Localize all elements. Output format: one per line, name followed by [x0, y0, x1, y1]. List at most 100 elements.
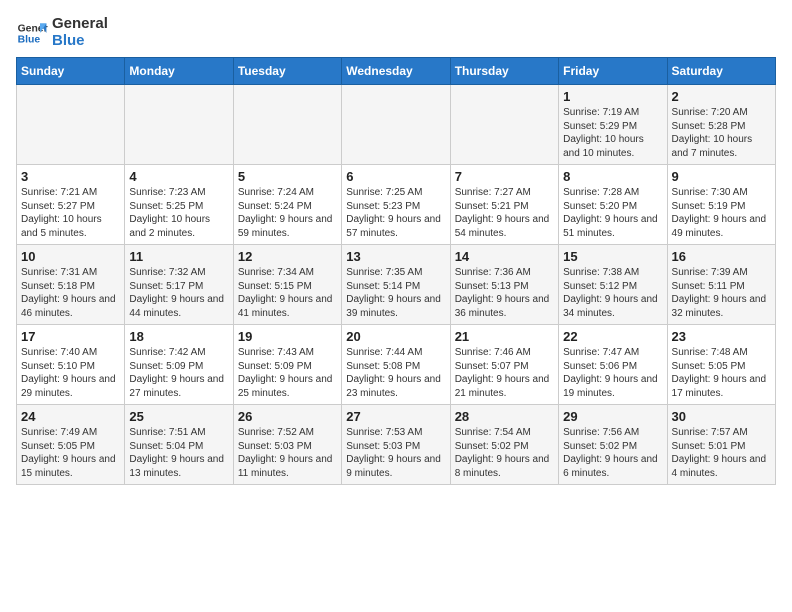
calendar-cell: 14Sunrise: 7:36 AM Sunset: 5:13 PM Dayli…: [450, 245, 558, 325]
day-number: 8: [563, 169, 662, 184]
calendar-week-row: 17Sunrise: 7:40 AM Sunset: 5:10 PM Dayli…: [17, 325, 776, 405]
calendar-cell: [125, 85, 233, 165]
calendar-cell: 15 Sunrise: 7:38 AM Sunset: 5:12 PM Dayli…: [559, 245, 667, 325]
day-number: 27: [346, 409, 445, 424]
calendar-week-row: 10Sunrise: 7:31 AM Sunset: 5:18 PM Dayli…: [17, 245, 776, 325]
calendar-cell: 19Sunrise: 7:43 AM Sunset: 5:09 PM Dayli…: [233, 325, 341, 405]
calendar-cell: [342, 85, 450, 165]
day-number: 22: [563, 329, 662, 344]
calendar-cell: 27Sunrise: 7:53 AM Sunset: 5:03 PM Dayli…: [342, 405, 450, 485]
calendar-cell: 29Sunrise: 7:56 AM Sunset: 5:02 PM Dayli…: [559, 405, 667, 485]
day-info: Sunrise: 7:51 AM Sunset: 5:04 PM Dayligh…: [129, 426, 228, 480]
calendar-cell: 12 Sunrise: 7:34 AM Sunset: 5:15 PM Dayli…: [233, 245, 341, 325]
day-number: 23: [672, 329, 771, 344]
day-number: 18: [129, 329, 228, 344]
calendar-cell: 10Sunrise: 7:31 AM Sunset: 5:18 PM Dayli…: [17, 245, 125, 325]
day-number: 1: [563, 89, 662, 104]
calendar-week-row: 1 Sunrise: 7:19 AM Sunset: 5:29 PM Daylig…: [17, 85, 776, 165]
logo-icon: General Blue: [16, 17, 48, 49]
svg-text:Blue: Blue: [18, 34, 41, 45]
logo-general: General: [52, 16, 108, 33]
calendar-cell: 20Sunrise: 7:44 AM Sunset: 5:08 PM Dayli…: [342, 325, 450, 405]
day-info: Sunrise: 7:38 AM Sunset: 5:12 PM Dayligh…: [563, 266, 662, 320]
day-info: Sunrise: 7:24 AM Sunset: 5:24 PM Dayligh…: [238, 186, 337, 240]
day-number: 28: [455, 409, 554, 424]
day-number: 29: [563, 409, 662, 424]
weekday-header-sunday: Sunday: [17, 58, 125, 85]
day-number: 11: [129, 249, 228, 264]
day-number: 14: [455, 249, 554, 264]
day-number: 21: [455, 329, 554, 344]
calendar-cell: 7 Sunrise: 7:27 AM Sunset: 5:21 PM Daylig…: [450, 165, 558, 245]
day-info: Sunrise: 7:47 AM Sunset: 5:06 PM Dayligh…: [563, 346, 662, 400]
calendar-cell: 17Sunrise: 7:40 AM Sunset: 5:10 PM Dayli…: [17, 325, 125, 405]
calendar-cell: 8 Sunrise: 7:28 AM Sunset: 5:20 PM Daylig…: [559, 165, 667, 245]
day-number: 9: [672, 169, 771, 184]
calendar-cell: 4 Sunrise: 7:23 AM Sunset: 5:25 PM Daylig…: [125, 165, 233, 245]
day-number: 12: [238, 249, 337, 264]
calendar-cell: [450, 85, 558, 165]
day-number: 17: [21, 329, 120, 344]
day-info: Sunrise: 7:25 AM Sunset: 5:23 PM Dayligh…: [346, 186, 445, 240]
day-number: 30: [672, 409, 771, 424]
calendar-cell: 18Sunrise: 7:42 AM Sunset: 5:09 PM Dayli…: [125, 325, 233, 405]
day-number: 10: [21, 249, 120, 264]
calendar-cell: 23 Sunrise: 7:48 AM Sunset: 5:05 PM Dayli…: [667, 325, 775, 405]
day-info: Sunrise: 7:43 AM Sunset: 5:09 PM Dayligh…: [238, 346, 337, 400]
calendar-cell: 3 Sunrise: 7:21 AM Sunset: 5:27 PM Daylig…: [17, 165, 125, 245]
calendar-week-row: 24 Sunrise: 7:49 AM Sunset: 5:05 PM Dayli…: [17, 405, 776, 485]
calendar-cell: 11 Sunrise: 7:32 AM Sunset: 5:17 PM Dayli…: [125, 245, 233, 325]
day-number: 3: [21, 169, 120, 184]
day-number: 24: [21, 409, 120, 424]
day-info: Sunrise: 7:54 AM Sunset: 5:02 PM Dayligh…: [455, 426, 554, 480]
day-number: 15: [563, 249, 662, 264]
calendar-cell: 1 Sunrise: 7:19 AM Sunset: 5:29 PM Daylig…: [559, 85, 667, 165]
day-info: Sunrise: 7:30 AM Sunset: 5:19 PM Dayligh…: [672, 186, 771, 240]
day-info: Sunrise: 7:23 AM Sunset: 5:25 PM Dayligh…: [129, 186, 228, 240]
day-info: Sunrise: 7:35 AM Sunset: 5:14 PM Dayligh…: [346, 266, 445, 320]
day-info: Sunrise: 7:52 AM Sunset: 5:03 PM Dayligh…: [238, 426, 337, 480]
calendar-cell: 16 Sunrise: 7:39 AM Sunset: 5:11 PM Dayli…: [667, 245, 775, 325]
day-info: Sunrise: 7:21 AM Sunset: 5:27 PM Dayligh…: [21, 186, 120, 240]
calendar-cell: 9 Sunrise: 7:30 AM Sunset: 5:19 PM Daylig…: [667, 165, 775, 245]
weekday-header-friday: Friday: [559, 58, 667, 85]
day-info: Sunrise: 7:28 AM Sunset: 5:20 PM Dayligh…: [563, 186, 662, 240]
calendar-cell: [17, 85, 125, 165]
day-info: Sunrise: 7:49 AM Sunset: 5:05 PM Dayligh…: [21, 426, 120, 480]
day-number: 7: [455, 169, 554, 184]
calendar-cell: 25 Sunrise: 7:51 AM Sunset: 5:04 PM Dayli…: [125, 405, 233, 485]
day-number: 13: [346, 249, 445, 264]
calendar-cell: 6 Sunrise: 7:25 AM Sunset: 5:23 PM Daylig…: [342, 165, 450, 245]
calendar-week-row: 3 Sunrise: 7:21 AM Sunset: 5:27 PM Daylig…: [17, 165, 776, 245]
calendar-cell: 24 Sunrise: 7:49 AM Sunset: 5:05 PM Dayli…: [17, 405, 125, 485]
calendar-cell: 21 Sunrise: 7:46 AM Sunset: 5:07 PM Dayli…: [450, 325, 558, 405]
logo-blue: Blue: [52, 33, 108, 50]
calendar-cell: 26Sunrise: 7:52 AM Sunset: 5:03 PM Dayli…: [233, 405, 341, 485]
weekday-header-row: SundayMondayTuesdayWednesdayThursdayFrid…: [17, 58, 776, 85]
calendar-cell: [233, 85, 341, 165]
day-info: Sunrise: 7:19 AM Sunset: 5:29 PM Dayligh…: [563, 106, 662, 160]
day-number: 25: [129, 409, 228, 424]
calendar-table: SundayMondayTuesdayWednesdayThursdayFrid…: [16, 57, 776, 485]
calendar-cell: 2Sunrise: 7:20 AM Sunset: 5:28 PM Daylig…: [667, 85, 775, 165]
weekday-header-tuesday: Tuesday: [233, 58, 341, 85]
day-number: 16: [672, 249, 771, 264]
calendar-cell: 13 Sunrise: 7:35 AM Sunset: 5:14 PM Dayli…: [342, 245, 450, 325]
logo: General Blue General Blue: [16, 16, 108, 49]
day-info: Sunrise: 7:57 AM Sunset: 5:01 PM Dayligh…: [672, 426, 771, 480]
weekday-header-monday: Monday: [125, 58, 233, 85]
day-number: 6: [346, 169, 445, 184]
day-info: Sunrise: 7:46 AM Sunset: 5:07 PM Dayligh…: [455, 346, 554, 400]
day-info: Sunrise: 7:34 AM Sunset: 5:15 PM Dayligh…: [238, 266, 337, 320]
calendar-cell: 22 Sunrise: 7:47 AM Sunset: 5:06 PM Dayli…: [559, 325, 667, 405]
weekday-header-saturday: Saturday: [667, 58, 775, 85]
page-header: General Blue General Blue: [16, 16, 776, 49]
day-info: Sunrise: 7:48 AM Sunset: 5:05 PM Dayligh…: [672, 346, 771, 400]
day-info: Sunrise: 7:32 AM Sunset: 5:17 PM Dayligh…: [129, 266, 228, 320]
day-info: Sunrise: 7:44 AM Sunset: 5:08 PM Dayligh…: [346, 346, 445, 400]
day-info: Sunrise: 7:27 AM Sunset: 5:21 PM Dayligh…: [455, 186, 554, 240]
weekday-header-wednesday: Wednesday: [342, 58, 450, 85]
day-info: Sunrise: 7:39 AM Sunset: 5:11 PM Dayligh…: [672, 266, 771, 320]
day-number: 2: [672, 89, 771, 104]
day-number: 4: [129, 169, 228, 184]
